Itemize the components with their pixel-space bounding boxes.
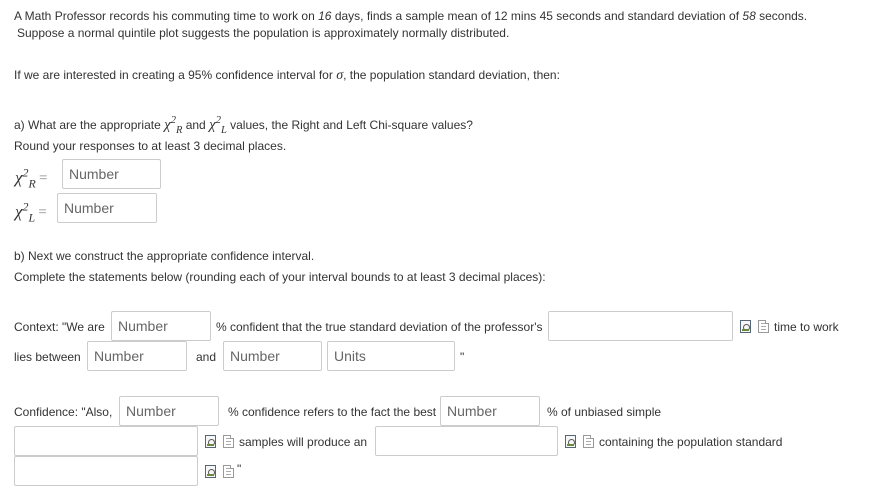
problem-text: days, finds a sample mean of 12 mins 45 …: [331, 9, 743, 23]
part-a-question: a) What are the appropriate χ2R and χ2L …: [14, 113, 473, 138]
context-text: time to work: [774, 320, 839, 334]
best-percent-input[interactable]: [440, 396, 540, 426]
chi-subscript: R: [28, 176, 36, 191]
end-quote: ": [237, 462, 242, 476]
interval-type-input[interactable]: [375, 426, 558, 456]
document-icon[interactable]: [223, 465, 234, 478]
problem-line-2: Suppose a normal quintile plot suggests …: [17, 26, 510, 40]
days-value: 16: [318, 9, 332, 23]
problem-line-3: If we are interested in creating a 95% c…: [14, 68, 560, 83]
chi-r-label: χ2R =: [15, 163, 48, 192]
context-text: and: [196, 350, 217, 364]
sd-value: 58: [742, 9, 756, 23]
equation-editor-icon[interactable]: [205, 435, 216, 448]
confidence-text: % of unbiased simple: [547, 405, 662, 419]
confidence-text: containing the population standard: [599, 435, 783, 449]
chi-subscript: L: [28, 210, 36, 225]
part-b-intro: b) Next we construct the appropriate con…: [14, 249, 315, 263]
problem-text: , the population standard deviation, the…: [343, 68, 560, 82]
confidence-text: Confidence: "Also,: [14, 405, 113, 419]
context-text: ": [460, 350, 465, 364]
equals-sign: =: [39, 170, 48, 187]
equation-editor-icon[interactable]: [205, 465, 216, 478]
upper-bound-input[interactable]: [223, 341, 322, 371]
chi-l-symbol: χ2L: [15, 199, 36, 225]
problem-text: seconds.: [755, 9, 808, 23]
question-text: a) What are the appropriate: [14, 118, 165, 132]
part-b-instructions: Complete the statements below (rounding …: [14, 270, 546, 284]
round-note: Round your responses to at least 3 decim…: [14, 139, 287, 153]
problem-line-1: A Math Professor records his commuting t…: [14, 9, 807, 24]
context-parameter-input[interactable]: [548, 311, 733, 341]
context-text: Context: "We are: [14, 320, 105, 334]
confidence-text: % confidence refers to the fact the best: [228, 405, 437, 419]
document-icon[interactable]: [758, 320, 769, 333]
chi-letter: χ: [164, 117, 171, 133]
context-text: % confident that the true standard devia…: [216, 320, 543, 334]
lower-bound-input[interactable]: [87, 341, 187, 371]
chi-left-input[interactable]: [57, 193, 157, 223]
chi-r-symbol: χ2R: [164, 115, 182, 136]
question-text: and: [182, 118, 210, 132]
question-text: values, the Right and Left Chi-square va…: [226, 118, 473, 132]
equation-editor-icon[interactable]: [565, 435, 576, 448]
document-icon[interactable]: [223, 435, 234, 448]
problem-text: A Math Professor records his commuting t…: [14, 9, 319, 23]
context-text: lies between: [14, 350, 81, 364]
document-icon[interactable]: [583, 435, 594, 448]
context-percent-input[interactable]: [111, 311, 211, 341]
units-select[interactable]: [327, 341, 455, 371]
chi-l-symbol: χ2L: [209, 115, 227, 136]
problem-text: If we are interested in creating a 95% c…: [14, 68, 337, 82]
chi-l-label: χ2L =: [15, 197, 47, 226]
sample-size-input[interactable]: [14, 426, 198, 456]
confidence-percent-input[interactable]: [119, 396, 219, 426]
chi-right-input[interactable]: [62, 159, 161, 189]
chi-letter: χ: [209, 117, 216, 133]
equals-sign: =: [38, 204, 47, 221]
confidence-text: samples will produce an: [239, 435, 368, 449]
chi-r-symbol: χ2R: [15, 165, 36, 191]
final-statement-input[interactable]: [14, 456, 198, 486]
equation-editor-icon[interactable]: [740, 320, 751, 333]
